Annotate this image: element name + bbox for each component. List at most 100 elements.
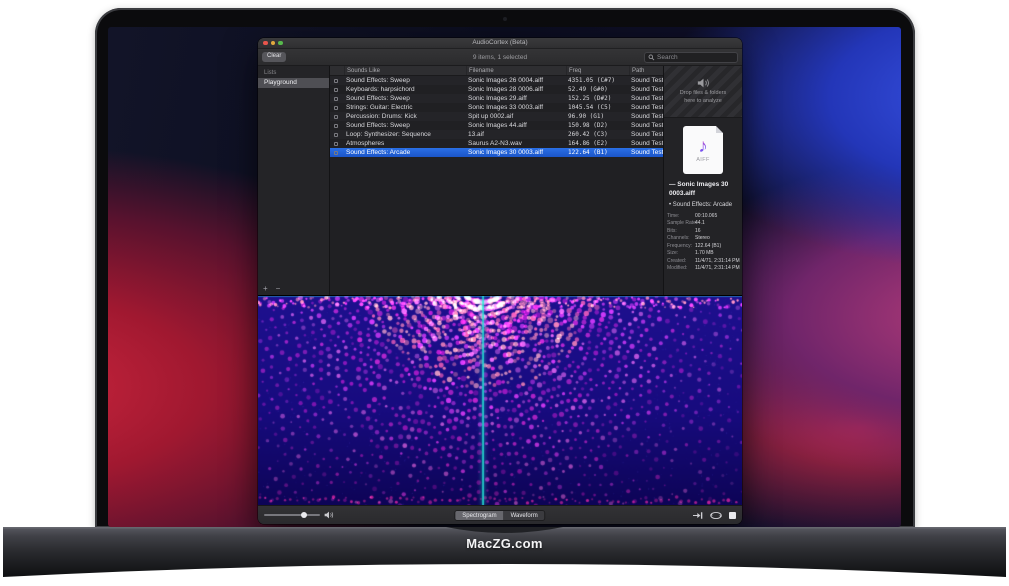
close-button[interactable] — [263, 41, 268, 46]
row-checkbox[interactable] — [334, 88, 338, 92]
loop-icon[interactable] — [709, 511, 723, 520]
cell-path: Sound Test - — [629, 149, 663, 156]
inspector-panel: Drop files & folders here to analyze ♪ A… — [663, 66, 742, 295]
webcam-icon — [503, 17, 507, 21]
stop-button[interactable] — [729, 512, 736, 519]
meta-value: Stereo — [695, 235, 740, 241]
search-field[interactable] — [644, 52, 738, 63]
cell-path: Sound Test - — [629, 122, 663, 129]
window-titlebar[interactable]: AudioCortex (Beta) — [258, 38, 742, 49]
cell-freq: 150.98 (D2) — [566, 122, 629, 129]
dropzone[interactable]: Drop files & folders here to analyze — [664, 66, 742, 118]
cell-sounds-like: Percussion: Drums: Kick — [344, 113, 466, 120]
column-filename[interactable]: Filename — [466, 66, 566, 75]
table-row[interactable]: Loop: Synthesizer: Sequence 13.aif 260.4… — [330, 130, 663, 139]
cell-path: Sound Test - — [629, 95, 663, 102]
search-icon — [648, 54, 655, 61]
cell-filename: Sonic Images 33 0003.aiff — [466, 104, 566, 111]
row-checkbox[interactable] — [334, 97, 338, 101]
meta-value: 44.1 — [695, 220, 740, 226]
traffic-lights — [258, 41, 283, 46]
volume-icon — [324, 511, 334, 519]
column-sounds-like[interactable]: Sounds Like — [344, 66, 466, 75]
row-checkbox[interactable] — [334, 133, 338, 137]
cell-freq: 96.90 (G1) — [566, 113, 629, 120]
meta-label: Frequency: — [667, 243, 695, 249]
column-freq[interactable]: Freq — [566, 66, 629, 75]
cell-filename: Saurus A2-N3.wav — [466, 140, 566, 147]
row-checkbox[interactable] — [334, 142, 338, 146]
cell-sounds-like: Loop: Synthesizer: Sequence — [344, 131, 466, 138]
cell-filename: Sonic Images 29.aiff — [466, 95, 566, 102]
volume-control[interactable] — [264, 511, 334, 519]
table-row[interactable]: Sound Effects: Sweep Sonic Images 29.aif… — [330, 94, 663, 103]
metadata-list: Time: 00:10.065 Sample Rate: 44.1 Bits: … — [667, 213, 739, 272]
cell-path: Sound Test - — [629, 77, 663, 84]
meta-value: 1.70 MB — [695, 250, 740, 256]
meta-value: 11/4/71, 2:31:14 PM — [695, 265, 740, 271]
desktop-wallpaper: AudioCortex (Beta) Clear 9 items, 1 sele… — [108, 27, 901, 527]
cell-freq: 52.49 (G#0) — [566, 86, 629, 93]
table-row[interactable]: Sound Effects: Sweep Sonic Images 26 000… — [330, 76, 663, 85]
table-row[interactable]: Strings: Guitar: Electric Sonic Images 3… — [330, 103, 663, 112]
row-checkbox[interactable] — [334, 79, 338, 83]
table-row[interactable]: Atmospheres Saurus A2-N3.wav 164.86 (E2)… — [330, 139, 663, 148]
row-checkbox[interactable] — [334, 115, 338, 119]
cell-filename: Sonic Images 26 0004.aiff — [466, 77, 566, 84]
watermark: MacZG.com — [0, 536, 1009, 551]
meta-label: Time: — [667, 213, 695, 219]
page-fold-cut — [716, 126, 723, 133]
volume-slider[interactable] — [264, 514, 320, 516]
row-checkbox[interactable] — [334, 151, 338, 155]
meta-value: 16 — [695, 228, 740, 234]
row-checkbox[interactable] — [334, 106, 338, 110]
row-checkbox[interactable] — [334, 124, 338, 128]
skip-end-icon[interactable] — [692, 511, 703, 520]
sidebar-header: Lists — [258, 66, 329, 78]
cell-freq: 4351.05 (C#7) — [566, 77, 629, 84]
selected-file-tag: • Sound Effects: Arcade — [669, 202, 737, 208]
laptop-lid: AudioCortex (Beta) Clear 9 items, 1 sele… — [95, 8, 915, 528]
cell-filename: Sonic Images 30 0003.aiff — [466, 149, 566, 156]
volume-thumb[interactable] — [301, 512, 307, 518]
results-table: Sounds Like Filename Freq Path Sound Eff… — [330, 66, 663, 295]
meta-label: Size: — [667, 250, 695, 256]
minimize-button[interactable] — [271, 41, 276, 46]
meta-label: Channels: — [667, 235, 695, 241]
sidebar-item-playground[interactable]: Playground — [258, 78, 329, 88]
cell-path: Sound Test - — [629, 131, 663, 138]
add-list-button[interactable]: + — [263, 285, 268, 293]
cell-freq: 1045.54 (C5) — [566, 104, 629, 111]
zoom-button[interactable] — [278, 41, 283, 46]
clear-button[interactable]: Clear — [262, 52, 286, 62]
window-title: AudioCortex (Beta) — [258, 38, 742, 48]
file-type-badge: AIFF — [696, 157, 710, 163]
view-switcher: Spectrogram Waveform — [454, 510, 545, 521]
tab-spectrogram[interactable]: Spectrogram — [455, 511, 503, 520]
cell-sounds-like: Sound Effects: Sweep — [344, 95, 466, 102]
cell-sounds-like: Strings: Guitar: Electric — [344, 104, 466, 111]
cell-path: Sound Test - — [629, 104, 663, 111]
table-row[interactable]: Keyboards: harpsichord Sonic Images 28 0… — [330, 85, 663, 94]
cell-sounds-like: Atmospheres — [344, 140, 466, 147]
remove-list-button[interactable]: − — [276, 285, 281, 293]
cell-filename: Spit up 0002.aif — [466, 113, 566, 120]
cell-path: Sound Test - — [629, 140, 663, 147]
cell-sounds-like: Sound Effects: Arcade — [344, 149, 466, 156]
meta-value: 11/4/71, 2:31:14 PM — [695, 258, 740, 264]
table-header: Sounds Like Filename Freq Path — [330, 66, 663, 76]
column-path[interactable]: Path — [629, 66, 663, 75]
cell-freq: 122.64 (B1) — [566, 149, 629, 156]
meta-label: Modified: — [667, 265, 695, 271]
spectrogram-canvas[interactable] — [258, 296, 742, 506]
column-checkbox[interactable] — [330, 66, 344, 75]
cell-filename: Sonic Images 28 0006.aiff — [466, 86, 566, 93]
window-content: Lists Playground + − Sounds Like Filenam… — [258, 66, 742, 295]
table-row-selected[interactable]: Sound Effects: Arcade Sonic Images 30 00… — [330, 148, 663, 157]
search-input[interactable] — [657, 54, 734, 61]
table-row[interactable]: Sound Effects: Sweep Sonic Images 44.aif… — [330, 121, 663, 130]
selected-file-name: — Sonic Images 30 0003.aiff — [669, 181, 737, 199]
table-row[interactable]: Percussion: Drums: Kick Spit up 0002.aif… — [330, 112, 663, 121]
cell-path: Sound Test - — [629, 86, 663, 93]
tab-waveform[interactable]: Waveform — [504, 511, 545, 520]
